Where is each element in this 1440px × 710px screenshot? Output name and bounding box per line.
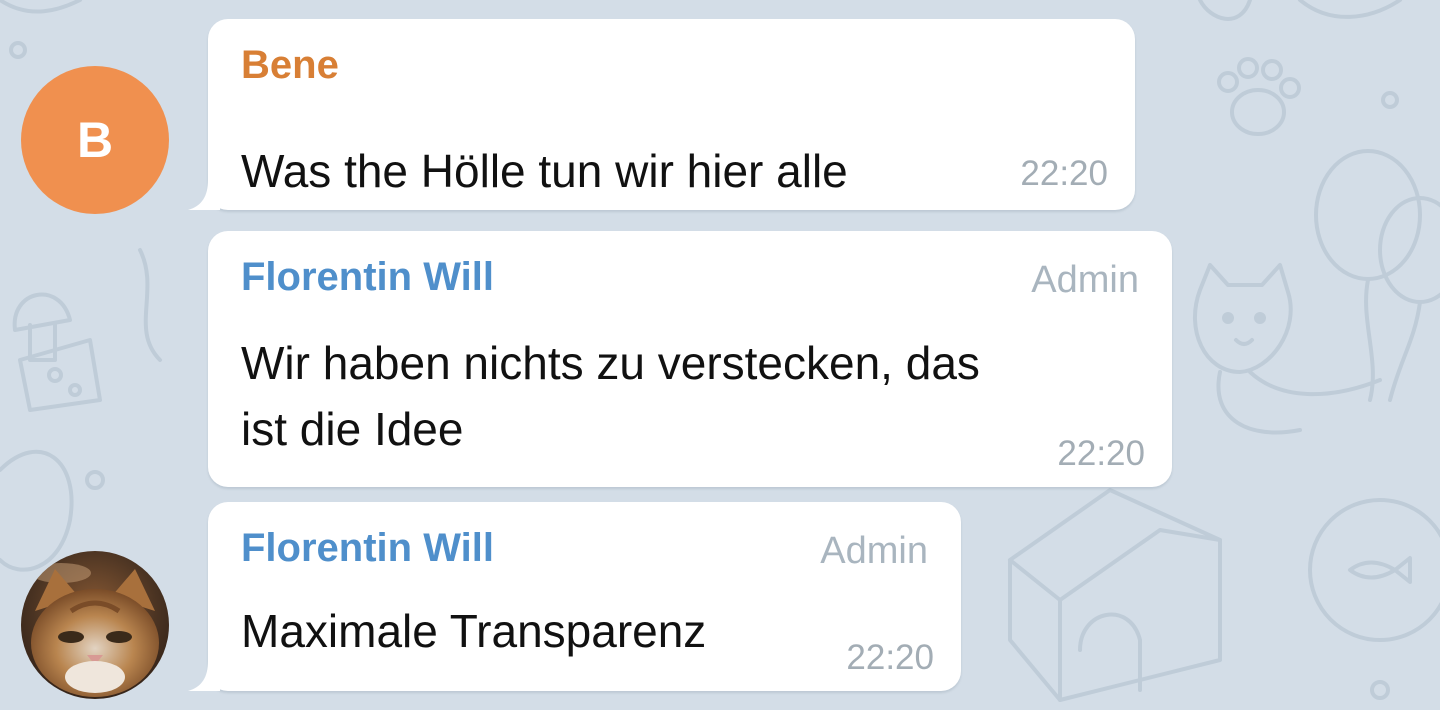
admin-badge: Admin xyxy=(1031,259,1139,301)
cat-doodle-icon xyxy=(1193,263,1382,435)
message-text: Wir haben nichts zu verstecken, das ist … xyxy=(241,330,980,462)
message-line: Wir haben nichts zu verstecken, das xyxy=(241,337,980,389)
message-line: Maximale Transparenz xyxy=(241,605,707,657)
sender-name[interactable]: Bene xyxy=(241,45,339,85)
balloon-doodle-icon xyxy=(1314,149,1440,402)
message-bubble-3[interactable]: Florentin Will Admin Maximale Transparen… xyxy=(188,502,961,691)
message-time: 22:20 xyxy=(846,638,934,677)
doghouse-doodle-icon xyxy=(1008,488,1222,702)
sender-name[interactable]: Florentin Will xyxy=(241,528,494,568)
message-time: 22:20 xyxy=(1057,434,1145,473)
sender-name[interactable]: Florentin Will xyxy=(241,257,494,297)
message-text: Maximale Transparenz xyxy=(241,598,706,664)
avatar-bene[interactable]: B xyxy=(21,66,169,214)
message-time: 22:20 xyxy=(1020,154,1108,193)
message-bubble-2[interactable]: Florentin Will Admin Wir haben nichts zu… xyxy=(208,231,1172,487)
paw-doodle-icon xyxy=(1217,57,1301,136)
bubble-tail xyxy=(188,661,220,691)
admin-badge: Admin xyxy=(820,530,928,572)
cat-photo-icon xyxy=(21,551,169,699)
message-line: Was the Hölle tun wir hier alle xyxy=(241,145,848,197)
mushroom-doodle-icon xyxy=(12,292,72,362)
bubble-tail xyxy=(188,180,220,210)
fish-doodle-icon xyxy=(1308,498,1440,642)
message-text: Was the Hölle tun wir hier alle xyxy=(241,138,848,204)
message-line: ist die Idee xyxy=(241,403,464,455)
message-bubble-1[interactable]: Bene Was the Hölle tun wir hier alle 22:… xyxy=(188,19,1135,210)
cat-photo-avatar[interactable] xyxy=(21,551,169,699)
avatar-letter: B xyxy=(76,112,114,168)
